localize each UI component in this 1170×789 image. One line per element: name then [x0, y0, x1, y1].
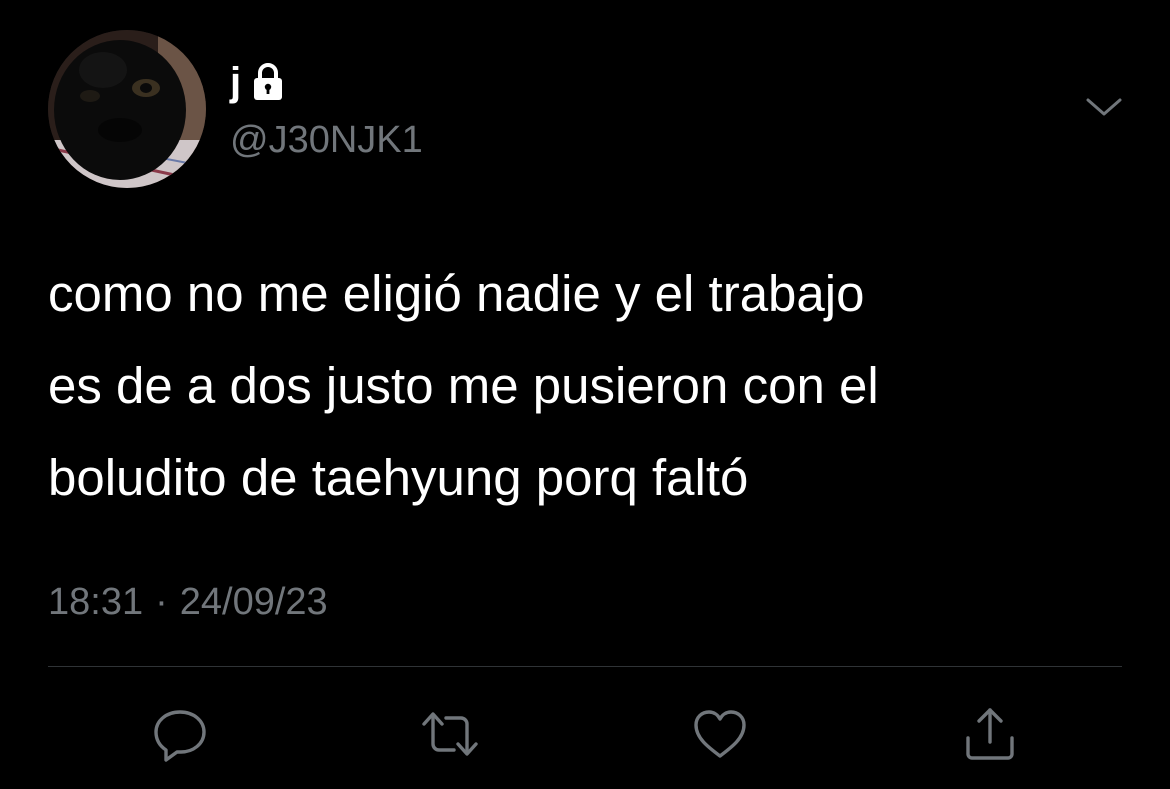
action-bar: [0, 702, 1170, 766]
tweet-text: como no me eligió nadie y el trabajo es …: [48, 265, 879, 506]
avatar-image: [48, 30, 206, 188]
divider: [48, 666, 1122, 667]
timestamp[interactable]: 18:31 · 24/09/23: [48, 578, 328, 626]
tweet-date: 24/09/23: [179, 581, 328, 623]
retweet-icon: [422, 712, 478, 756]
tweet-time: 18:31: [48, 581, 144, 623]
display-name[interactable]: j: [230, 58, 241, 106]
heart-icon: [694, 710, 746, 758]
avatar[interactable]: [48, 30, 206, 188]
share-icon: [966, 708, 1014, 760]
tweet-card: j @J30NJK1 como no me eligió nadie y el …: [0, 0, 1170, 789]
share-button[interactable]: [958, 702, 1022, 766]
lock-icon: [251, 62, 285, 102]
chevron-down-icon[interactable]: [1084, 92, 1124, 122]
author-name-row[interactable]: j: [230, 58, 285, 106]
reply-button[interactable]: [148, 702, 212, 766]
retweet-button[interactable]: [418, 702, 482, 766]
author-handle[interactable]: @J30NJK1: [230, 116, 423, 164]
timestamp-separator: ·: [155, 581, 168, 623]
like-button[interactable]: [688, 702, 752, 766]
reply-icon: [154, 710, 206, 762]
